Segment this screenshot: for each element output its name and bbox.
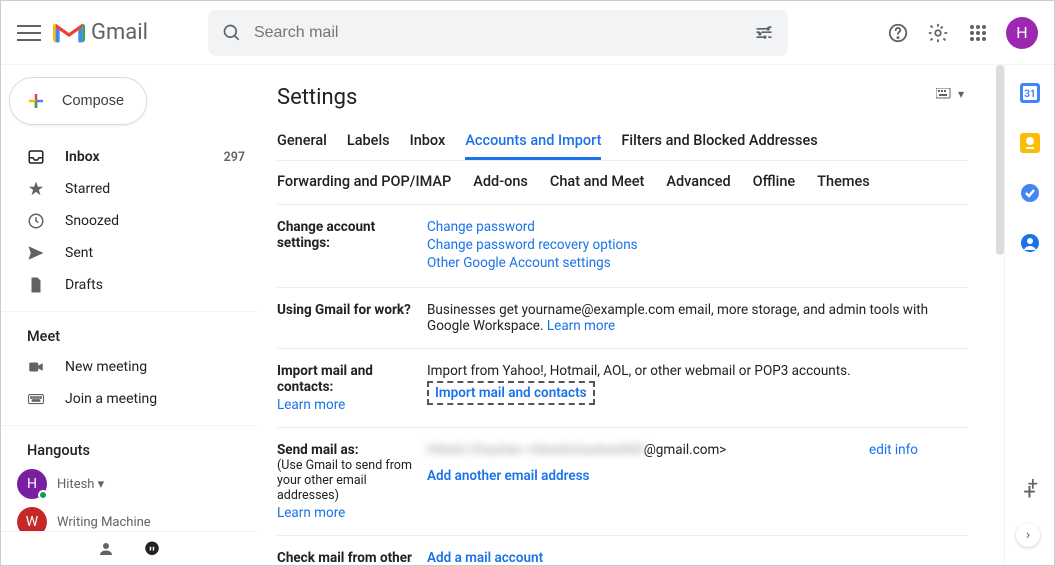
brand-text: Gmail [91, 20, 148, 45]
calendar-icon[interactable]: 31 [1020, 83, 1040, 103]
add-mail-account-link[interactable]: Add a mail account [427, 550, 543, 565]
input-tools-icon[interactable]: ▾ [936, 87, 964, 101]
settings-icon[interactable] [926, 21, 950, 45]
tab-general[interactable]: General [277, 124, 327, 160]
file-icon [27, 276, 47, 294]
compose-button[interactable]: Compose [9, 77, 147, 125]
tab-inbox[interactable]: Inbox [410, 124, 446, 160]
help-icon[interactable] [886, 21, 910, 45]
label-send-as: Send mail as: [277, 442, 359, 458]
svg-text:31: 31 [1024, 89, 1035, 100]
edit-info-link[interactable]: edit info [869, 442, 918, 458]
tab-offline[interactable]: Offline [753, 173, 796, 190]
tab-accounts-and-import[interactable]: Accounts and Import [465, 124, 601, 160]
row-send-as: Send mail as: (Use Gmail to send from yo… [277, 428, 968, 536]
apps-icon[interactable] [966, 21, 990, 45]
label-using-work: Using Gmail for work? [277, 302, 427, 334]
hangouts-section-title: Hangouts [1, 430, 257, 465]
scrollbar[interactable] [996, 65, 1004, 255]
clock-icon [27, 212, 47, 230]
video-icon [27, 358, 47, 376]
send-icon [27, 244, 47, 262]
hangout-hitesh[interactable]: HHitesh ▾+ [1, 465, 257, 503]
tab-advanced[interactable]: Advanced [666, 173, 730, 190]
link-change-password[interactable]: Change password [427, 219, 535, 235]
hangouts-icon[interactable] [143, 540, 161, 558]
compose-label: Compose [62, 93, 124, 109]
hangouts-footer [1, 531, 257, 565]
link-other-google-account-settings[interactable]: Other Google Account settings [427, 255, 611, 271]
nav-inbox[interactable]: Inbox297 [1, 141, 257, 173]
email-blurred: Hitesh Chauhan <hiteshchauhan000 [427, 442, 644, 458]
tab-filters-and-blocked-addresses[interactable]: Filters and Blocked Addresses [621, 124, 817, 160]
tab-add-ons[interactable]: Add-ons [473, 173, 528, 190]
keyboard-icon [27, 390, 47, 408]
expand-panel-icon[interactable]: › [1016, 523, 1040, 547]
link-change-password-recovery-options[interactable]: Change password recovery options [427, 237, 638, 253]
label-change-account: Change account settings: [277, 219, 427, 273]
meet-section-title: Meet [1, 316, 257, 351]
learn-more-workspace[interactable]: Learn more [547, 318, 615, 334]
hangout-avatar: H [17, 469, 47, 499]
learn-more-send-as[interactable]: Learn more [277, 505, 427, 521]
row-using-work: Using Gmail for work? Businesses get you… [277, 288, 968, 349]
tasks-icon[interactable] [1020, 183, 1040, 203]
add-email-link[interactable]: Add another email address [427, 468, 590, 484]
menu-icon[interactable] [17, 21, 41, 45]
import-mail-link[interactable]: Import mail and contacts [435, 385, 587, 401]
page-title: Settings [277, 85, 968, 110]
row-change-account: Change account settings: Change password… [277, 205, 968, 288]
person-icon[interactable] [97, 540, 115, 558]
account-avatar[interactable]: H [1006, 17, 1038, 49]
search-icon [222, 23, 242, 43]
tab-labels[interactable]: Labels [347, 124, 390, 160]
search-input[interactable] [254, 24, 754, 42]
tab-forwarding-and-pop-imap[interactable]: Forwarding and POP/IMAP [277, 173, 451, 190]
tab-chat-and-meet[interactable]: Chat and Meet [550, 173, 644, 190]
sidebar: Compose Inbox297StarredSnoozedSentDrafts… [1, 65, 257, 565]
learn-more-import[interactable]: Learn more [277, 397, 427, 413]
label-import-mail: Import mail and contacts: [277, 363, 373, 395]
meet-join-a-meeting[interactable]: Join a meeting [1, 383, 257, 415]
meet-new-meeting[interactable]: New meeting [1, 351, 257, 383]
search-options-icon[interactable] [754, 23, 774, 43]
nav-starred[interactable]: Starred [1, 173, 257, 205]
keep-icon[interactable] [1020, 133, 1040, 153]
nav-snoozed[interactable]: Snoozed [1, 205, 257, 237]
content-using-work: Businesses get yourname@example.com emai… [427, 302, 968, 334]
search-bar[interactable] [208, 10, 788, 56]
nav-sent[interactable]: Sent [1, 237, 257, 269]
import-description: Import from Yahoo!, Hotmail, AOL, or oth… [427, 363, 968, 379]
contacts-icon[interactable] [1020, 233, 1040, 253]
header: Gmail H [1, 1, 1054, 65]
row-check-mail: Check mail from other Add a mail account [277, 536, 968, 565]
tab-themes[interactable]: Themes [817, 173, 870, 190]
settings-main: Settings ▾ General Labels Inbox Accounts an… [257, 65, 1004, 565]
row-import-mail: Import mail and contacts: Learn more Imp… [277, 349, 968, 428]
inbox-icon [27, 148, 47, 166]
star-icon [27, 180, 47, 198]
nav-drafts[interactable]: Drafts [1, 269, 257, 301]
sub-send-as: (Use Gmail to send from your other email… [277, 458, 427, 503]
gmail-logo[interactable]: Gmail [53, 20, 148, 45]
label-check-mail: Check mail from other [277, 550, 427, 565]
